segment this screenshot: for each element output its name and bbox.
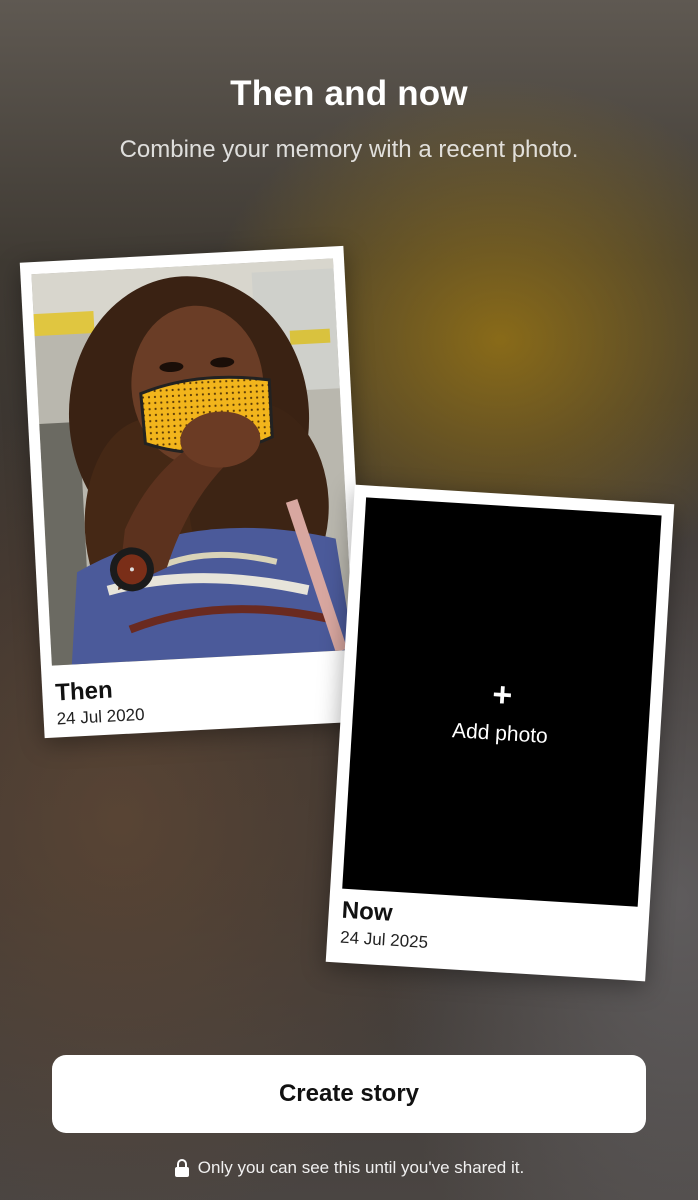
- now-date: 24 Jul 2025: [339, 927, 429, 952]
- then-date: 24 Jul 2020: [56, 704, 145, 729]
- privacy-note: Only you can see this until you've share…: [0, 1158, 698, 1178]
- now-memory-card[interactable]: + Add photo Now 24 Jul 2025: [325, 484, 675, 982]
- plus-icon[interactable]: +: [354, 669, 652, 721]
- create-story-button[interactable]: Create story: [52, 1055, 646, 1133]
- memory-photo: [31, 258, 354, 666]
- create-story-label: Create story: [278, 1080, 420, 1107]
- page-title: Then and now: [230, 74, 468, 113]
- then-label: Then: [54, 676, 114, 707]
- page-subtitle: Combine your memory with a recent photo.: [119, 136, 579, 163]
- now-label: Now: [341, 896, 394, 927]
- lock-icon: [174, 1158, 190, 1178]
- add-photo-placeholder[interactable]: + Add photo: [342, 497, 662, 907]
- then-memory-card[interactable]: Then 24 Jul 2020: [19, 245, 369, 739]
- add-photo-label[interactable]: Add photo: [351, 713, 648, 755]
- privacy-note-text: Only you can see this until you've share…: [197, 1158, 525, 1177]
